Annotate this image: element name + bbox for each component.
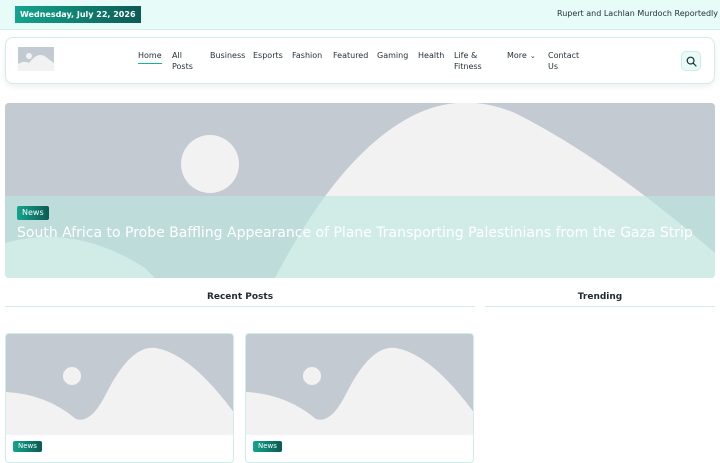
news-ticker[interactable]: Rupert and Lachlan Murdoch Reportedly En… <box>557 9 720 18</box>
post-image-placeholder <box>246 334 473 435</box>
nav-esports[interactable]: Esports <box>253 50 283 61</box>
site-header: Home All Posts Business Esports Fashion … <box>5 37 715 84</box>
post-card[interactable]: News <box>245 333 474 463</box>
nav-life-fitness[interactable]: Life & Fitness <box>454 50 482 72</box>
search-button[interactable] <box>681 51 701 71</box>
post-image-placeholder <box>6 334 233 435</box>
post-category-badge[interactable]: News <box>13 441 42 452</box>
hero-featured-post[interactable]: News South Africa to Probe Baffling Appe… <box>5 103 715 278</box>
nav-contact-us[interactable]: Contact Us <box>548 50 579 72</box>
trending-heading: Trending <box>577 292 623 302</box>
recent-posts-heading: Recent Posts <box>206 292 274 302</box>
hero-title[interactable]: South Africa to Probe Baffling Appearanc… <box>17 224 697 242</box>
nav-featured[interactable]: Featured <box>333 50 368 61</box>
date-badge: Wednesday, July 22, 2026 <box>15 6 141 23</box>
site-logo[interactable] <box>18 47 54 71</box>
nav-fashion[interactable]: Fashion <box>292 50 322 61</box>
chevron-down-icon: ⌄ <box>529 52 536 60</box>
search-icon <box>686 56 697 67</box>
hero-category-badge[interactable]: News <box>17 206 49 220</box>
recent-posts-divider <box>5 306 475 307</box>
trending-divider <box>485 306 715 307</box>
nav-all-posts[interactable]: All Posts <box>172 50 193 72</box>
nav-more-label: More <box>507 51 527 60</box>
post-card[interactable]: News <box>5 333 234 463</box>
nav-home[interactable]: Home <box>138 50 162 64</box>
nav-health[interactable]: Health <box>418 50 444 61</box>
nav-business[interactable]: Business <box>210 50 245 61</box>
top-bar: Wednesday, July 22, 2026 Rupert and Lach… <box>0 0 720 30</box>
nav-more[interactable]: More ⌄ <box>507 50 536 62</box>
nav-gaming[interactable]: Gaming <box>377 50 408 61</box>
post-category-badge[interactable]: News <box>253 441 282 452</box>
